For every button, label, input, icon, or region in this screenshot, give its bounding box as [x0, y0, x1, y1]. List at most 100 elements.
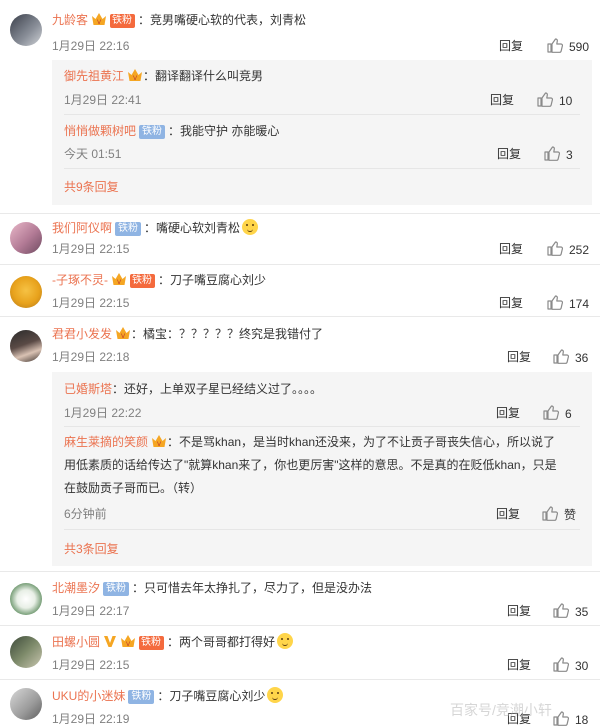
watermark: 百家号/竞潮小轩	[450, 702, 552, 718]
reply-text: 在鼓励贡子哥而已。（转）	[64, 481, 203, 495]
vip-crown-icon: V	[112, 273, 126, 286]
divider	[0, 316, 600, 317]
reply-button[interactable]: 回复	[507, 603, 531, 619]
divider	[64, 168, 580, 169]
username[interactable]: 麻生莱摘的笑颜	[64, 435, 148, 449]
like-button[interactable]: 36	[552, 348, 588, 366]
thumbs-up-icon	[547, 241, 564, 256]
like-count: 赞	[564, 508, 577, 522]
like-button[interactable]: 6	[542, 404, 572, 422]
divider	[64, 114, 580, 115]
username[interactable]: UKU的小迷妹	[52, 689, 125, 703]
smile-emoji-icon	[242, 219, 259, 235]
divider	[0, 264, 600, 265]
comment-time: 1月29日 22:18	[52, 350, 130, 364]
comment-text: ：嘴硬心软刘青松	[144, 221, 241, 235]
reply-time: 6分钟前	[64, 507, 107, 521]
username[interactable]: 已婚斯塔	[64, 382, 112, 396]
like-count: 10	[559, 94, 573, 108]
username[interactable]: 田螺小圆	[52, 635, 100, 649]
fan-badge: 铁粉	[110, 14, 136, 28]
like-button[interactable]: 赞	[541, 505, 576, 523]
reply-time: 1月29日 22:22	[64, 406, 142, 420]
reply-button[interactable]: 回复	[496, 405, 520, 421]
comment-time: 1月29日 22:15	[52, 296, 130, 310]
thumbs-up-icon	[553, 349, 570, 364]
comment-text: ：竞男嘴硬心软的代表，刘青松	[138, 13, 307, 27]
sub-replies: 御先祖黄江 V ：翻译翻译什么叫竞男 1月29日 22:41 回复 10 悄悄做颗树…	[52, 60, 592, 205]
like-button[interactable]: 30	[552, 656, 588, 674]
reply-button[interactable]: 回复	[499, 241, 523, 257]
like-button[interactable]: 10	[536, 91, 572, 109]
username[interactable]: -子琢不灵-	[52, 273, 108, 287]
like-count: 3	[566, 148, 573, 162]
reply-button[interactable]: 回复	[507, 349, 531, 365]
laugh-emoji-icon	[277, 633, 294, 649]
username[interactable]: 九龄客	[52, 13, 88, 27]
reply-button[interactable]: 回复	[499, 295, 523, 311]
fan-badge: 铁粉	[128, 690, 155, 704]
avatar[interactable]	[10, 330, 42, 362]
avatar[interactable]	[10, 636, 42, 668]
reply-button[interactable]: 回复	[496, 506, 520, 522]
comment-time: 1月29日 22:17	[52, 604, 130, 618]
vip-crown-icon: V	[121, 635, 136, 648]
avatar[interactable]	[10, 583, 42, 615]
like-count: 6	[565, 407, 572, 421]
fan-badge: 铁粉	[130, 274, 155, 288]
like-button[interactable]: 252	[546, 240, 589, 258]
reply-button[interactable]: 回复	[499, 38, 523, 54]
avatar[interactable]	[10, 276, 42, 308]
sub-replies: 已婚斯塔：还好，上单双子星已经结义过了。。。。 1月29日 22:22 回复 6…	[52, 372, 592, 566]
thumbs-up-icon	[553, 603, 570, 618]
reply-button[interactable]: 回复	[490, 92, 514, 108]
username[interactable]: 御先祖黄江	[64, 69, 124, 83]
thumbs-up-icon	[537, 92, 554, 107]
like-count: 174	[569, 297, 590, 311]
reply-time: 今天 01:51	[64, 147, 122, 161]
reply-button[interactable]: 回复	[507, 657, 531, 673]
fan-badge: 铁粉	[115, 222, 142, 236]
avatar[interactable]	[10, 688, 42, 720]
comment-time: 1月29日 22:16	[52, 39, 130, 53]
like-button[interactable]: 18	[552, 710, 588, 726]
comment: 君君小发发 V ：橘宝：？？？？？终究是我错付了 1月29日 22:18 回复 36…	[0, 318, 600, 572]
fan-badge: 铁粉	[139, 125, 166, 139]
reply-text: ：我能守护 亦能暖心	[168, 124, 280, 138]
username[interactable]: 悄悄做颗树吧	[64, 124, 136, 138]
comment-text: ：只可惜去年太挣扎了，尽力了，但是没办法	[132, 581, 373, 595]
reply-time: 1月29日 22:41	[64, 93, 142, 107]
thumbs-up-icon	[553, 657, 570, 672]
like-button[interactable]: 590	[546, 37, 589, 55]
username[interactable]: 我们阿仪啊	[52, 221, 112, 235]
username[interactable]: 北潮墨汐	[52, 581, 100, 595]
avatar[interactable]	[10, 222, 42, 254]
reply-text: ：翻译翻译什么叫竞男	[143, 69, 264, 83]
more-replies-link[interactable]: 共9条回复	[64, 178, 119, 195]
comment-text: ：两个哥哥都打得好	[167, 635, 276, 649]
comment: 我们阿仪啊 铁粉 ：嘴硬心软刘青松 1月29日 22:15 回复 252	[0, 214, 600, 266]
like-count: 36	[575, 351, 589, 365]
thumbs-up-icon	[547, 295, 564, 310]
like-count: 252	[569, 243, 590, 257]
comment-time: 1月29日 22:19	[52, 712, 130, 726]
username[interactable]: 君君小发发	[52, 327, 112, 341]
verified-v-icon	[104, 636, 117, 647]
reply-text: ：不是骂khan，是当时khan还没来，为了不让贡子哥丧失信心，所以说了	[167, 435, 556, 449]
like-button[interactable]: 174	[546, 294, 589, 312]
avatar[interactable]	[10, 14, 42, 46]
reply-text: 用低素质的话给传达了"就算khan来了，你也更厉害"这样的意思。不是真的在贬低k…	[64, 458, 557, 472]
comment-text: ：刀子嘴豆腐心刘少	[157, 689, 266, 703]
divider	[64, 426, 580, 427]
more-replies-link[interactable]: 共3条回复	[64, 540, 119, 557]
thumbs-up-icon	[547, 38, 564, 53]
like-button[interactable]: 3	[543, 145, 573, 163]
comment-text: ：刀子嘴豆腐心刘少	[158, 273, 267, 287]
divider	[64, 529, 580, 530]
like-count: 590	[569, 40, 590, 54]
comment: -子琢不灵- V 铁粉 ：刀子嘴豆腐心刘少 1月29日 22:15 回复 174	[0, 266, 600, 318]
comment-time: 1月29日 22:15	[52, 242, 130, 256]
reply-text: ：还好，上单双子星已经结义过了。。。。	[112, 382, 323, 396]
like-button[interactable]: 35	[552, 602, 588, 620]
reply-button[interactable]: 回复	[497, 146, 521, 162]
